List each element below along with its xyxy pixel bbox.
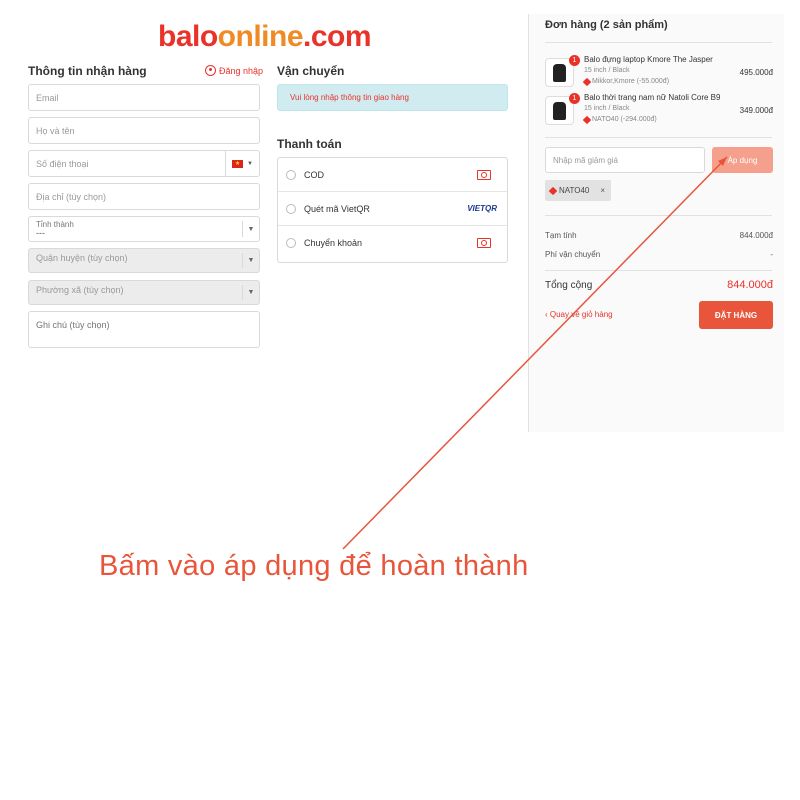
applied-coupon-chip: NATO40 × xyxy=(545,180,611,201)
payment-heading: Thanh toán xyxy=(277,137,342,151)
shipping-fee-row: Phí vận chuyển - xyxy=(545,250,773,259)
address-field[interactable]: Địa chỉ (tùy chọn) xyxy=(28,183,260,210)
applied-coupon-code: NATO40 xyxy=(559,186,590,195)
logo-part-online: online xyxy=(217,20,304,53)
ward-label: Phường xã (tùy chọn) xyxy=(36,284,124,295)
chevron-down-icon: ▼ xyxy=(242,285,259,300)
order-item: 1 Balo đựng laptop Kmore The Jasper 15 i… xyxy=(545,55,773,91)
subtotal-value: 844.000đ xyxy=(739,231,773,240)
province-value: --- xyxy=(36,228,45,238)
email-field[interactable]: Email xyxy=(28,84,260,111)
payment-label: Chuyển khoản xyxy=(304,238,363,248)
radio-button[interactable] xyxy=(286,169,296,180)
divider xyxy=(545,215,772,216)
subtotal-label: Tạm tính xyxy=(545,231,577,240)
payment-label: Quét mã VietQR xyxy=(304,203,370,214)
district-select[interactable]: Quận huyện (tùy chọn) ▼ xyxy=(28,248,260,273)
shipping-fee-value: - xyxy=(770,250,773,259)
product-price: 349.000đ xyxy=(739,106,773,115)
logo-part-balo: balo xyxy=(158,20,218,53)
payment-label: COD xyxy=(304,169,324,180)
annotation-caption: Bấm vào áp dụng để hoàn thành xyxy=(99,550,529,582)
quantity-badge: 1 xyxy=(569,93,580,104)
discount-text: NATO40 (-294.000đ) xyxy=(592,116,657,123)
product-variant: 15 inch / Black xyxy=(584,67,630,74)
chevron-down-icon: ▼ xyxy=(247,160,253,167)
logo-part-com: .com xyxy=(303,20,372,53)
divider xyxy=(545,270,772,271)
order-title: Đơn hàng (2 sản phẩm) xyxy=(545,19,668,31)
shipping-notice: Vui lòng nhập thông tin giao hàng xyxy=(277,84,508,111)
login-link[interactable]: Đăng nhập xyxy=(205,65,263,76)
site-logo[interactable]: balo online .com xyxy=(158,20,372,54)
payment-option-transfer[interactable]: Chuyển khoản xyxy=(278,226,507,260)
divider xyxy=(545,42,772,43)
vietqr-logo-icon: VIETQR xyxy=(467,204,497,213)
tag-icon xyxy=(548,186,558,195)
place-order-button[interactable]: ĐẶT HÀNG xyxy=(699,301,773,329)
order-summary: Đơn hàng (2 sản phẩm) 1 Balo đựng laptop… xyxy=(528,14,784,432)
total-label: Tổng cộng xyxy=(545,279,593,291)
cash-icon xyxy=(477,238,491,248)
subtotal-row: Tạm tính 844.000đ xyxy=(545,231,773,240)
chevron-down-icon: ▼ xyxy=(242,253,259,268)
address-placeholder: Địa chỉ (tùy chọn) xyxy=(36,191,107,202)
contact-heading: Thông tin nhận hàng xyxy=(28,64,147,78)
phone-placeholder: Số điện thoại xyxy=(36,158,89,169)
user-icon xyxy=(205,65,216,76)
product-price: 495.000đ xyxy=(739,68,773,77)
remove-coupon-button[interactable]: × xyxy=(600,186,605,195)
login-label: Đăng nhập xyxy=(219,65,264,76)
ward-select[interactable]: Phường xã (tùy chọn) ▼ xyxy=(28,280,260,305)
phone-field[interactable]: Số điện thoại ★ ▼ xyxy=(28,150,260,177)
total-row: Tổng cộng 844.000đ xyxy=(545,279,773,291)
radio-button[interactable] xyxy=(286,203,296,214)
vietnam-flag-icon: ★ xyxy=(232,159,244,168)
product-variant: 15 inch / Black xyxy=(584,105,630,112)
shipping-heading: Vận chuyển xyxy=(277,64,345,78)
divider xyxy=(545,137,772,138)
discount-text: Mikkor,Kmore (-55.000đ) xyxy=(592,78,670,85)
email-placeholder: Email xyxy=(36,92,59,103)
payment-option-vietqr[interactable]: Quét mã VietQR VIETQR xyxy=(278,192,507,226)
quantity-badge: 1 xyxy=(569,55,580,66)
coupon-placeholder: Nhập mã giảm giá xyxy=(553,155,618,165)
product-name: Balo đựng laptop Kmore The Jasper xyxy=(584,55,713,64)
coupon-input[interactable]: Nhập mã giảm giá xyxy=(545,147,705,173)
backpack-icon xyxy=(553,63,566,82)
province-select[interactable]: Tỉnh thành --- ▼ xyxy=(28,216,260,242)
shipping-fee-label: Phí vận chuyển xyxy=(545,250,601,259)
district-label: Quận huyện (tùy chọn) xyxy=(36,252,128,263)
payment-option-cod[interactable]: COD xyxy=(278,158,507,192)
cash-icon xyxy=(477,169,491,180)
order-item: 1 Balo thời trang nam nữ Natoli Core B9 … xyxy=(545,93,773,129)
total-value: 844.000đ xyxy=(727,279,773,291)
name-field[interactable]: Họ và tên xyxy=(28,117,260,144)
product-discount: Mikkor,Kmore (-55.000đ) xyxy=(582,77,670,86)
apply-coupon-button[interactable]: Áp dụng xyxy=(712,147,773,173)
radio-button[interactable] xyxy=(286,238,296,248)
tag-icon xyxy=(582,115,592,124)
back-to-cart-link[interactable]: ‹ Quay về giỏ hàng xyxy=(545,310,613,319)
backpack-icon xyxy=(553,101,566,120)
chevron-down-icon: ▼ xyxy=(242,221,259,237)
product-name: Balo thời trang nam nữ Natoli Core B9 xyxy=(584,93,721,102)
tag-icon xyxy=(582,77,592,86)
name-placeholder: Họ và tên xyxy=(36,125,75,136)
note-field[interactable] xyxy=(28,311,260,348)
payment-methods: COD Quét mã VietQR VIETQR Chuyển khoản xyxy=(277,157,508,263)
product-discount: NATO40 (-294.000đ) xyxy=(582,115,657,124)
country-code-select[interactable]: ★ ▼ xyxy=(225,151,259,176)
